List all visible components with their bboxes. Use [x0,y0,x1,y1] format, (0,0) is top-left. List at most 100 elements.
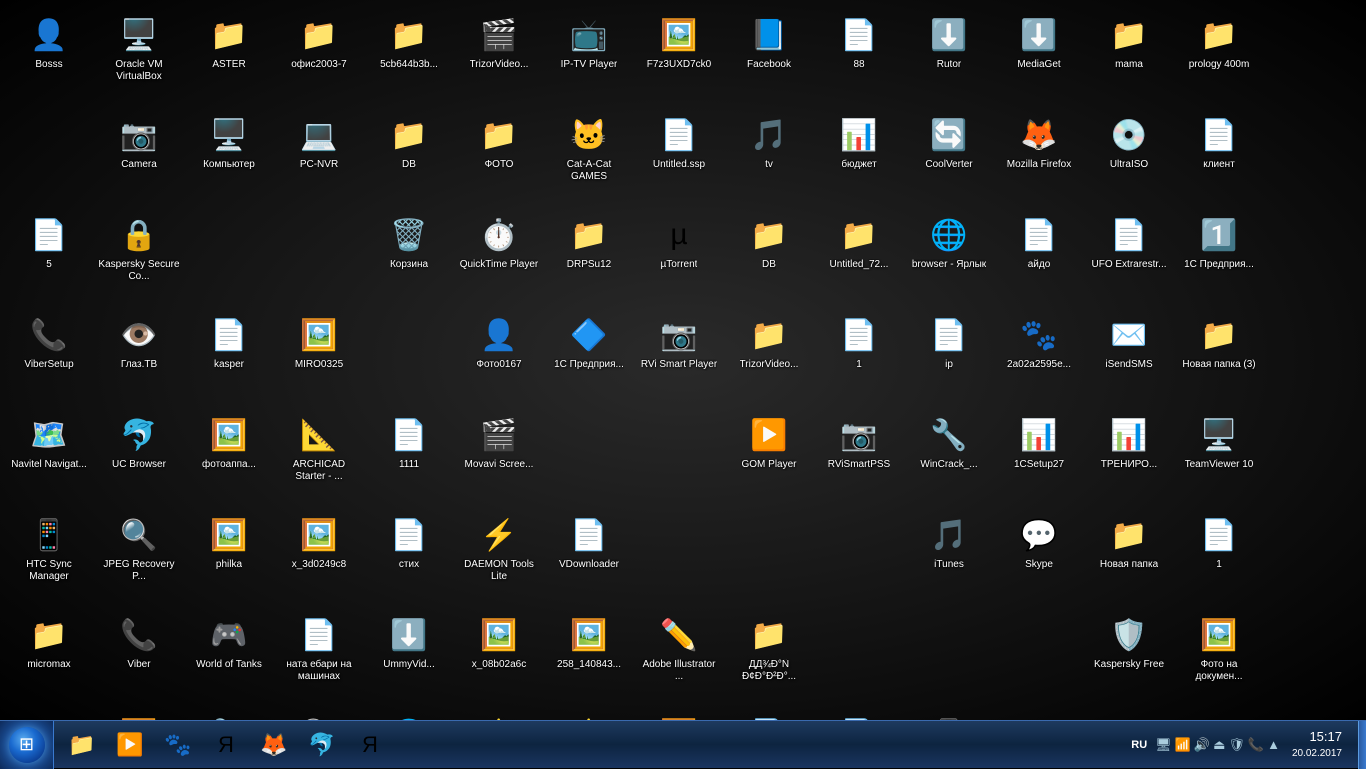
desktop-icon-trenirovki[interactable]: 📊ТРЕНИРО... [1084,408,1174,508]
desktop-icon-viber-setup[interactable]: 📞ViberSetup [4,308,94,408]
desktop-icon-mama[interactable]: 📁mama [1084,8,1174,108]
desktop-icon-prology[interactable]: 📁prology 400m [1174,8,1264,108]
desktop-icon-quicktime[interactable]: ⏱️QuickTime Player [454,208,544,308]
desktop-icon-5cb644b3b[interactable]: 📁5cb644b3b... [364,8,454,108]
desktop-icon-cat-a-cat[interactable]: 🐱Cat-A-Cat GAMES [544,108,634,208]
desktop-icon-itunes[interactable]: 🎵iTunes [904,508,994,608]
desktop-icon-fotoapparaty[interactable]: 🖼️фотоаппа... [184,408,274,508]
desktop-icon-korzina[interactable]: 🗑️Корзина [364,208,454,308]
taskbar-app-tb-folder[interactable]: 📁 [60,723,104,767]
desktop-icon-browser-yarlyk[interactable]: 🌐browser - Ярлык [904,208,994,308]
desktop-icon-novaya-papka3[interactable]: 📁Новая папка (3) [1174,308,1264,408]
desktop-icon-mozilla[interactable]: 🦊Mozilla Firefox [994,108,1084,208]
show-desktop-button[interactable] [1358,721,1366,769]
start-button[interactable]: ⊞ [0,721,54,769]
desktop-icon-facebook[interactable]: 📘Facebook [724,8,814,108]
desktop-icon-quickmark[interactable]: 🔍QuickMark [274,708,364,720]
desktop-icon-aster[interactable]: 📁ASTER [184,8,274,108]
desktop-icon-aydo[interactable]: 📄айдо [994,208,1084,308]
desktop-icon-trizor-video2[interactable]: 📁TrizorVideo... [724,308,814,408]
desktop-icon-wincrack[interactable]: 🔧WinCrack_... [904,408,994,508]
desktop-icon-skype[interactable]: 💬Skype [994,508,1084,608]
desktop-icon-camera[interactable]: 📷Camera [94,108,184,208]
desktop-icon-movavi[interactable]: 🎬Movavi Scree... [454,408,544,508]
desktop-icon-1-num[interactable]: 📄1 [1174,508,1264,608]
taskbar-app-tb-media[interactable]: ▶️ [108,723,152,767]
desktop-icon-1csetup27[interactable]: 📊1CSetup27 [994,408,1084,508]
desktop-icon-htc-sync[interactable]: 📱HTC Sync Manager [4,508,94,608]
desktop-icon-kaspersky-secure[interactable]: 🔒Kaspersky Secure Co... [94,208,184,308]
desktop-icon-viber[interactable]: 📞Viber [94,608,184,708]
taskbar-app-tb-uc[interactable]: 🐬 [300,723,344,767]
desktop-icon-ufo[interactable]: 📄UFO Extrarestr... [1084,208,1174,308]
desktop-icon-untitled72[interactable]: 📁Untitled_72... [814,208,904,308]
desktop-icon-utorrent[interactable]: µµTorrent [634,208,724,308]
desktop-icon-foto0167[interactable]: 👤Фото0167 [454,308,544,408]
desktop-icon-drpsu12[interactable]: 📁DRPSu12 [544,208,634,308]
desktop-icon-1c-predpriya[interactable]: 1️⃣1С Предприя... [1174,208,1264,308]
desktop-icon-gom-remote[interactable]: 📱GOM Remote [904,708,994,720]
desktop-icon-foto[interactable]: 📁ФОТО [454,108,544,208]
desktop-icon-philka[interactable]: 🖼️philka [184,508,274,608]
desktop-icon-vdownloader[interactable]: 📄VDownloader [544,508,634,608]
desktop-icon-gs-auto-clicker[interactable]: ⭐GS Auto Clicker [544,708,634,720]
desktop-icon-budget[interactable]: 📊бюджет [814,108,904,208]
desktop-icon-oracle-vm[interactable]: 🖥️Oracle VM VirtualBox [94,8,184,108]
desktop-icon-1112[interactable]: ⭐1112 [454,708,544,720]
desktop-icon-iptv-player[interactable]: 📺IP-TV Player [544,8,634,108]
desktop-icon-trizor-video[interactable]: 🎬TrizorVideo... [454,8,544,108]
desktop-icon-dd-folder[interactable]: 📁ДД¾Ð°Ñ Ð¢Ð°Ð²Ð°... [724,608,814,708]
desktop-icon-uc-browser[interactable]: 🐬UC Browser [94,408,184,508]
desktop-icon-ultraiso[interactable]: 💿UltraISO [1084,108,1174,208]
taskbar-app-tb-yandex[interactable]: Я [204,723,248,767]
arrow-icon[interactable]: ▲ [1267,737,1280,752]
desktop-icon-x3d0249c8[interactable]: 🖼️x_3d0249c8 [274,508,364,608]
desktop-icon-glaz-tb[interactable]: 👁️Глаз.ТВ [94,308,184,408]
desktop-icon-teamviewer[interactable]: 🖥️TeamViewer 10 [1174,408,1264,508]
desktop-icon-ofis2003[interactable]: 📁офис2003-7 [274,8,364,108]
desktop-icon-gom-player[interactable]: ▶️GOM Player [724,408,814,508]
desktop-icon-db2[interactable]: 📁DB [724,208,814,308]
desktop-icon-258-14084[interactable]: 🖼️258_140843... [544,608,634,708]
desktop-icon-pc-nvr[interactable]: 💻PC-NVR [274,108,364,208]
desktop-icon-novaya-papka[interactable]: 📁Новая папка [1084,508,1174,608]
volume-icon[interactable]: 🔊 [1194,737,1210,753]
taskbar-app-tb-firefox[interactable]: 🦊 [252,723,296,767]
desktop-icon-coolverter[interactable]: 🔄CoolVerter [904,108,994,208]
desktop-icon-1-doc[interactable]: 📄1 [814,308,904,408]
desktop-icon-ummy-video[interactable]: ⬇️UmmyVid... [364,608,454,708]
desktop-icon-foto-na-dok[interactable]: 🖼️Фото на докумен... [1174,608,1264,708]
desktop-icon-isendsms[interactable]: ✉️iSendSMS [1084,308,1174,408]
desktop-icon-rvi-smart[interactable]: 📷RVi Smart Player [634,308,724,408]
desktop-icon-kasper[interactable]: 📄kasper [184,308,274,408]
desktop-icon-1c-predpriya2[interactable]: 🔷1С Предприя... [544,308,634,408]
desktop-icon-kaspersky-free[interactable]: 🛡️Kaspersky Free [1084,608,1174,708]
desktop-icon-world-of-tanks[interactable]: 🎮World of Tanks [184,608,274,708]
taskbar-app-tb-foot[interactable]: 🐾 [156,723,200,767]
desktop-icon-rviSmartPSS[interactable]: 📷RViSmartPSS [814,408,904,508]
desktop-icon-5-doc[interactable]: 📄5 [4,208,94,308]
desktop-icon-miro0325[interactable]: 🖼️MIRO0325 [274,308,364,408]
desktop-icon-daemon-tools[interactable]: ⚡DAEMON Tools Lite [454,508,544,608]
desktop-icon-navitel[interactable]: 🗺️Navitel Navigat... [4,408,94,508]
desktop-icon-micromax[interactable]: 📁micromax [4,608,94,708]
desktop-icon-nata-ebari[interactable]: 📄ната ебари на машинах [274,608,364,708]
desktop-icon-trizor[interactable]: 🔧TriZor [184,708,274,720]
desktop-icon-mediaget[interactable]: ⬇️MediaGet [994,8,1084,108]
desktop-icon-f7z3uxd7ck0[interactable]: 🖼️F7z3UXD7ck0 [634,8,724,108]
desktop-icon-tv[interactable]: 🎵tv [724,108,814,208]
desktop-icon-clipboard-i[interactable]: 📄clipboard_i... [724,708,814,720]
desktop-icon-jpeg-recovery[interactable]: 🔍JPEG Recovery P... [94,508,184,608]
desktop-icon-novaya-papka2[interactable]: 📁Новая папка (2) [4,708,94,720]
desktop-icon-x-e3a3f739[interactable]: 🖼️x_e3a3f739 [634,708,724,720]
desktop-icon-elineny[interactable]: 📄елинень [814,708,904,720]
desktop-icon-bosss[interactable]: 👤Bosss [4,8,94,108]
clock[interactable]: 15:17 20.02.2017 [1284,728,1350,760]
desktop-icon-rutor[interactable]: ⬇️Rutor [904,8,994,108]
desktop-icon-archicad[interactable]: 📐ARCHICAD Starter - ... [274,408,364,508]
desktop-icon-ip[interactable]: 📄ip [904,308,994,408]
language-indicator[interactable]: RU [1127,737,1151,753]
desktop-icon-klient[interactable]: 📄клиент [1174,108,1264,208]
desktop-icon-iskat-internet[interactable]: 🌐Искать в Интернете [364,708,454,720]
taskbar-app-tb-yandex2[interactable]: Я [348,723,392,767]
